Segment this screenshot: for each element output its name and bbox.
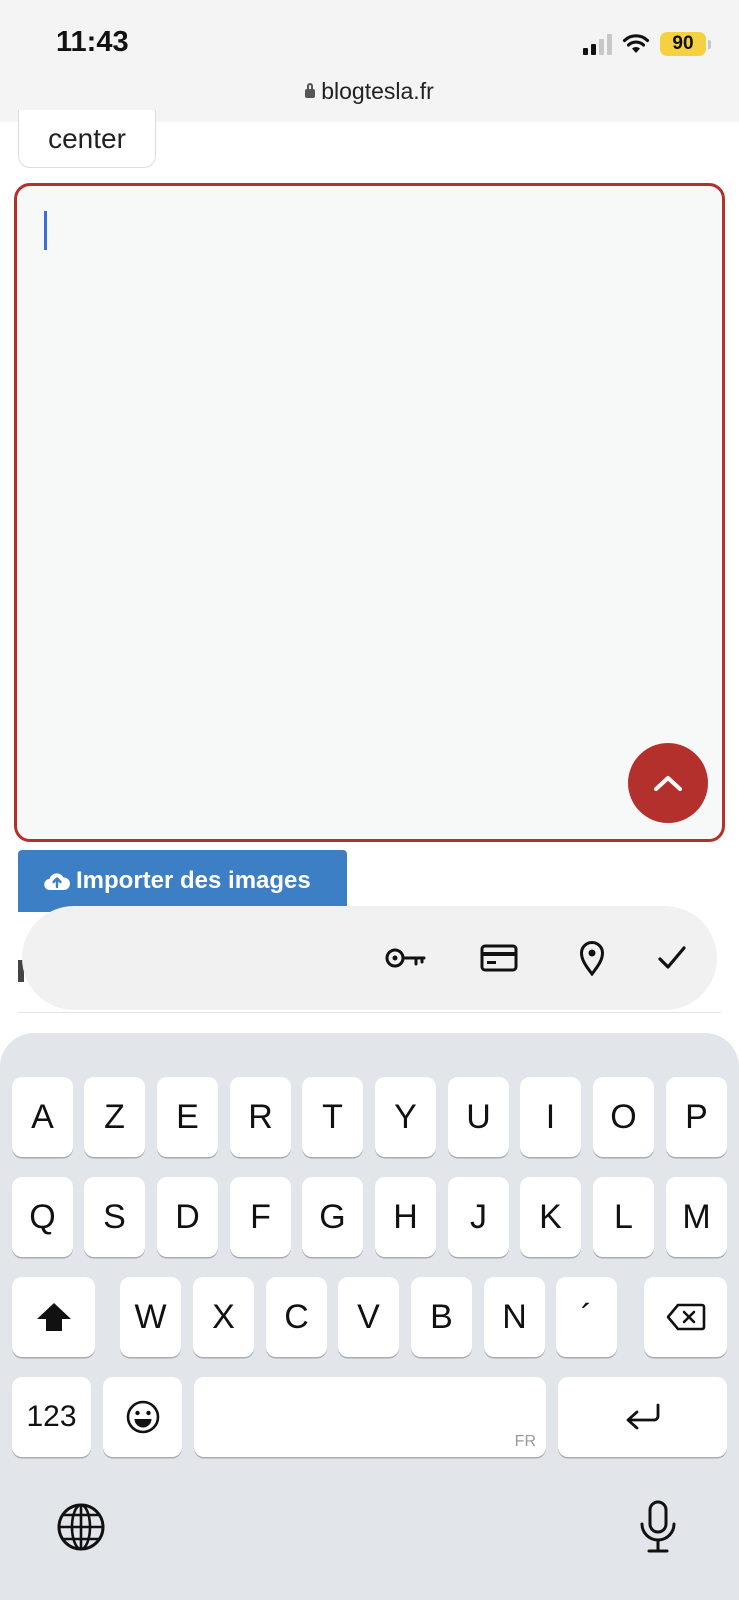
key-y[interactable]: Y xyxy=(375,1077,436,1157)
shift-arrow-icon xyxy=(36,1303,71,1331)
status-icons: 90 xyxy=(583,28,711,60)
key-u[interactable]: U xyxy=(448,1077,509,1157)
key-r[interactable]: R xyxy=(230,1077,291,1157)
key-k[interactable]: K xyxy=(520,1177,581,1257)
key-t[interactable]: T xyxy=(302,1077,363,1157)
passwords-key-button[interactable] xyxy=(384,936,428,980)
key-l[interactable]: L xyxy=(593,1177,654,1257)
key-q[interactable]: Q xyxy=(12,1177,73,1257)
space-key[interactable]: FR xyxy=(194,1377,546,1457)
text-cursor xyxy=(44,211,47,250)
globe-icon xyxy=(57,1503,105,1551)
wifi-icon xyxy=(622,34,650,53)
divider xyxy=(18,1012,721,1013)
key-c[interactable]: C xyxy=(266,1277,327,1357)
shift-key[interactable] xyxy=(12,1277,95,1357)
key-z[interactable]: Z xyxy=(84,1077,145,1157)
address-bar[interactable]: blogtesla.fr xyxy=(0,78,739,105)
battery-indicator: 90 xyxy=(660,32,706,56)
dictation-button[interactable] xyxy=(630,1499,686,1555)
key-n[interactable]: N xyxy=(484,1277,545,1357)
credit-card-icon xyxy=(480,944,518,972)
location-pin-icon xyxy=(579,941,605,976)
key-h[interactable]: H xyxy=(375,1177,436,1257)
chevron-up-icon xyxy=(654,776,682,791)
url-domain: blogtesla.fr xyxy=(321,78,434,104)
text-editor-area[interactable] xyxy=(14,183,725,842)
autofill-bar xyxy=(22,906,717,1010)
key-f[interactable]: F xyxy=(230,1177,291,1257)
key-icon xyxy=(385,948,426,968)
checkmark-icon xyxy=(658,946,686,969)
import-images-button[interactable]: Importer des images xyxy=(18,850,347,912)
onscreen-keyboard: A Z E R T Y U I O P Q S D F G H J K L M … xyxy=(0,1033,739,1600)
cloud-upload-icon xyxy=(44,873,70,891)
key-e[interactable]: E xyxy=(157,1077,218,1157)
numbers-key[interactable]: 123 xyxy=(12,1377,91,1457)
key-i[interactable]: I xyxy=(520,1077,581,1157)
done-button[interactable] xyxy=(650,936,694,980)
key-m[interactable]: M xyxy=(666,1177,727,1257)
backspace-icon xyxy=(666,1303,705,1331)
key-x[interactable]: X xyxy=(193,1277,254,1357)
key-w[interactable]: W xyxy=(120,1277,181,1357)
key-b[interactable]: B xyxy=(411,1277,472,1357)
key-j[interactable]: J xyxy=(448,1177,509,1257)
credit-card-button[interactable] xyxy=(477,936,521,980)
key-s[interactable]: S xyxy=(84,1177,145,1257)
return-key[interactable] xyxy=(558,1377,727,1457)
key-a[interactable]: A xyxy=(12,1077,73,1157)
align-center-button[interactable]: center xyxy=(18,110,156,168)
key-o[interactable]: O xyxy=(593,1077,654,1157)
key-p[interactable]: P xyxy=(666,1077,727,1157)
browser-top-bar: 11:43 90 blogtesla.fr xyxy=(0,0,739,122)
emoji-key[interactable] xyxy=(103,1377,182,1457)
microphone-icon xyxy=(640,1500,676,1553)
lock-icon xyxy=(305,83,316,98)
key-d[interactable]: D xyxy=(157,1177,218,1257)
backspace-key[interactable] xyxy=(644,1277,727,1357)
status-time: 11:43 xyxy=(56,26,129,58)
emoji-icon xyxy=(126,1400,159,1434)
key-g[interactable]: G xyxy=(302,1177,363,1257)
cellular-signal-icon xyxy=(583,33,612,55)
key-acute-accent[interactable]: ´ xyxy=(556,1277,617,1357)
battery-tip xyxy=(708,39,711,49)
globe-language-button[interactable] xyxy=(53,1499,109,1555)
import-images-label: Importer des images xyxy=(76,867,311,894)
key-v[interactable]: V xyxy=(338,1277,399,1357)
location-button[interactable] xyxy=(570,936,614,980)
return-arrow-icon xyxy=(626,1403,659,1430)
keyboard-language-tag: FR xyxy=(514,1433,536,1450)
scroll-to-top-button[interactable] xyxy=(628,743,708,823)
